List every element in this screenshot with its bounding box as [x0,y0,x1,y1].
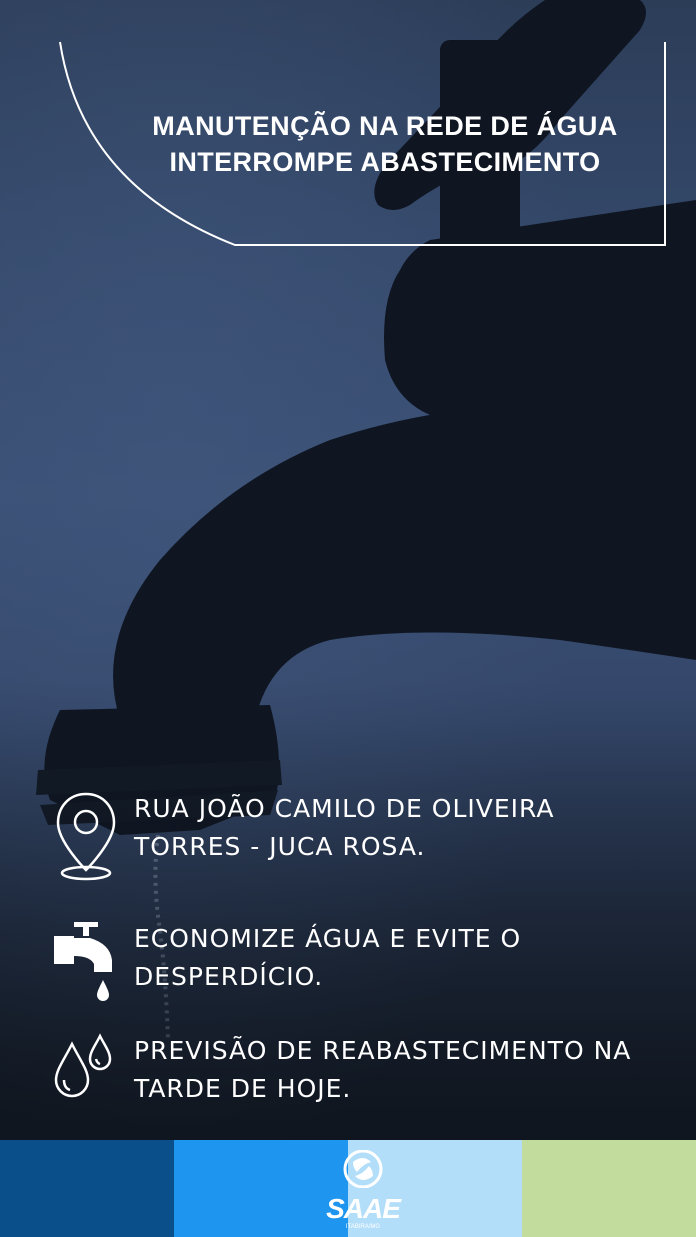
headline-line-1: MANUTENÇÃO NA REDE DE ÁGUA [152,111,618,141]
saae-logo-name: SAAE [326,1193,401,1224]
info-text-forecast-line-2: TARDE DE HOJE. [134,1074,352,1103]
info-item-location: RUA JOÃO CAMILO DE OLIVEIRA TORRES - JUC… [50,790,670,882]
saae-logo-emblem-icon [343,1149,383,1189]
saae-logo-subtitle: ITABIRA/MG [345,1224,381,1230]
announcement-card: MANUTENÇÃO NA REDE DE ÁGUA INTERROMPE AB… [0,0,696,1237]
saae-logo: SAAE ITABIRA/MG [318,1149,408,1235]
headline: MANUTENÇÃO NA REDE DE ÁGUA INTERROMPE AB… [115,108,655,180]
info-item-save-water: ECONOMIZE ÁGUA E EVITE O DESPERDÍCIO. [50,920,670,1012]
info-text-location-line-1: RUA JOÃO CAMILO DE OLIVEIRA [134,794,555,823]
headline-line-2: INTERROMPE ABASTECIMENTO [169,147,601,177]
info-text-save-water-line-1: ECONOMIZE ÁGUA E EVITE O [134,924,522,953]
footer-stripe-green [522,1140,696,1237]
faucet-icon [54,922,112,1001]
info-text-forecast-line-1: PREVISÃO DE REABASTECIMENTO NA [134,1036,632,1065]
water-drops-icon [54,1033,112,1098]
footer-stripe-dark-blue [0,1140,174,1237]
info-item-forecast: PREVISÃO DE REABASTECIMENTO NA TARDE DE … [50,1032,670,1124]
info-text-save-water-line-2: DESPERDÍCIO. [134,962,324,991]
info-text-location-line-2: TORRES - JUCA ROSA. [134,832,426,861]
location-pin-icon [56,792,116,881]
